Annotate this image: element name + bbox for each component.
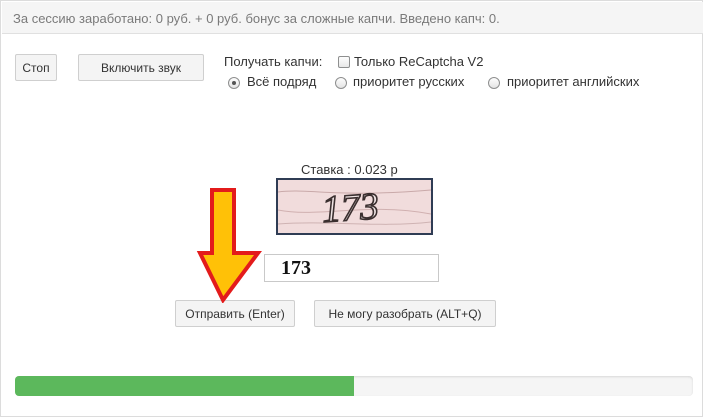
radio-english-priority[interactable] xyxy=(488,77,500,89)
session-stats-text: За сессию заработано: 0 руб. + 0 руб. бо… xyxy=(13,11,500,26)
captcha-noise-lines: 173 xyxy=(278,184,431,232)
radio-all[interactable] xyxy=(228,77,240,89)
radio-russian-priority[interactable] xyxy=(335,77,347,89)
rate-text: Ставка : 0.023 р xyxy=(301,162,398,177)
recaptcha-only-label[interactable]: Только ReCaptcha V2 xyxy=(354,54,483,69)
radio-all-label[interactable]: Всё подряд xyxy=(247,74,316,89)
captcha-text: 173 xyxy=(320,185,380,231)
pointer-arrow-icon xyxy=(196,188,262,303)
radio-russian-priority-label[interactable]: приоритет русских xyxy=(353,74,464,89)
worker-panel: За сессию заработано: 0 руб. + 0 руб. бо… xyxy=(0,0,703,417)
progress-bar xyxy=(15,376,693,396)
recaptcha-only-checkbox[interactable] xyxy=(338,56,350,68)
stop-button[interactable]: Стоп xyxy=(15,54,57,81)
enable-sound-button[interactable]: Включить звук xyxy=(78,54,204,81)
progress-fill xyxy=(15,376,354,396)
receive-captchas-label: Получать капчи: xyxy=(224,54,323,69)
captcha-answer-input[interactable]: 173 xyxy=(264,254,439,282)
captcha-image: 173 xyxy=(276,178,433,235)
radio-english-priority-label[interactable]: приоритет английских xyxy=(507,74,639,89)
submit-button[interactable]: Отправить (Enter) xyxy=(175,300,295,327)
session-stats-bar: За сессию заработано: 0 руб. + 0 руб. бо… xyxy=(2,2,703,34)
cant-solve-button[interactable]: Не могу разобрать (ALT+Q) xyxy=(314,300,496,327)
